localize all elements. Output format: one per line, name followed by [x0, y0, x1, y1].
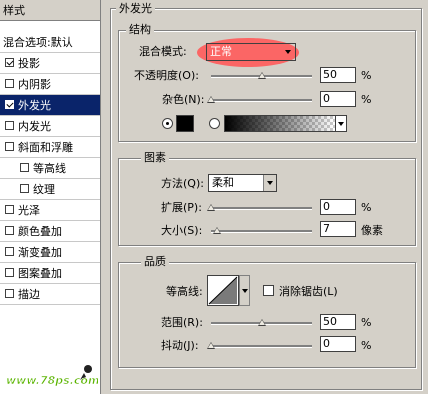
pattern-overlay-checkbox[interactable] [5, 268, 14, 277]
jitter-input[interactable]: 0 [320, 336, 356, 352]
outer-glow-checkbox[interactable] [5, 100, 14, 109]
noise-input[interactable]: 0 [320, 91, 356, 107]
style-item-label: 投影 [18, 57, 40, 70]
contour-preview[interactable] [207, 275, 239, 306]
size-input[interactable]: 7 [320, 221, 356, 237]
outer-glow-title: 外发光 [116, 2, 155, 15]
opacity-input[interactable]: 50 [320, 67, 356, 83]
quality-title: 品质 [141, 255, 169, 268]
color-overlay-checkbox[interactable] [5, 226, 14, 235]
chevron-down-icon [242, 289, 248, 293]
jitter-slider-thumb[interactable] [207, 342, 215, 349]
style-item-label: 颜色叠加 [18, 225, 62, 238]
technique-label: 方法(Q): [161, 177, 204, 190]
size-unit: 像素 [361, 224, 383, 237]
blend-options-item[interactable]: 混合选项:默认 [0, 32, 100, 53]
gradient-radio[interactable] [209, 118, 220, 129]
blend-mode-select[interactable]: 正常 [206, 43, 296, 61]
structure-title: 结构 [126, 23, 154, 36]
size-label: 大小(S): [161, 224, 203, 237]
contour-dropdown[interactable] [239, 275, 250, 306]
watermark-text: www.78ps.com [6, 374, 98, 387]
style-item-inner-shadow[interactable]: 内阴影 [0, 74, 100, 95]
style-item-gradient-overlay[interactable]: 渐变叠加 [0, 242, 100, 263]
opacity-label: 不透明度(O): [134, 69, 199, 82]
inner-shadow-checkbox[interactable] [5, 79, 14, 88]
style-item-label: 描边 [18, 288, 40, 301]
style-item-bevel-emboss[interactable]: 斜面和浮雕 [0, 137, 100, 158]
jitter-unit: % [361, 339, 372, 352]
style-item-label: 斜面和浮雕 [18, 141, 73, 154]
spread-slider-thumb[interactable] [207, 204, 215, 211]
style-item-label: 外发光 [18, 99, 51, 112]
styles-list: 样式 混合选项:默认 投影 内阴影 外发光 内发光 斜面和浮雕 等高线 纹理 光… [0, 0, 101, 394]
blend-mode-label: 混合模式: [139, 45, 187, 58]
spread-unit: % [361, 201, 372, 214]
chevron-down-icon [338, 122, 344, 126]
chevron-down-icon[interactable] [263, 175, 276, 191]
technique-select[interactable]: 柔和 [208, 174, 277, 192]
technique-value: 柔和 [212, 176, 234, 189]
texture-checkbox[interactable] [20, 184, 29, 193]
style-item-contour[interactable]: 等高线 [0, 158, 100, 179]
elements-title: 图素 [141, 151, 169, 164]
style-item-outer-glow[interactable]: 外发光 [0, 95, 100, 116]
gradient-overlay-checkbox[interactable] [5, 247, 14, 256]
solid-color-radio[interactable] [162, 118, 173, 129]
spread-label: 扩展(P): [161, 201, 202, 214]
chevron-down-icon[interactable] [282, 44, 295, 60]
spread-slider[interactable] [211, 207, 312, 210]
noise-unit: % [361, 93, 372, 106]
style-item-color-overlay[interactable]: 颜色叠加 [0, 221, 100, 242]
jitter-slider[interactable] [211, 345, 312, 348]
range-unit: % [361, 316, 372, 329]
style-item-pattern-overlay[interactable]: 图案叠加 [0, 263, 100, 284]
style-item-satin[interactable]: 光泽 [0, 200, 100, 221]
antialias-label: 消除锯齿(L) [279, 285, 338, 298]
contour-curve-icon [208, 276, 238, 305]
range-input[interactable]: 50 [320, 314, 356, 330]
style-item-label: 内阴影 [18, 78, 51, 91]
contour-checkbox[interactable] [20, 163, 29, 172]
drop-shadow-checkbox[interactable] [5, 58, 14, 67]
style-item-texture[interactable]: 纹理 [0, 179, 100, 200]
gradient-dropdown[interactable] [335, 115, 347, 132]
opacity-unit: % [361, 69, 372, 82]
style-item-stroke[interactable]: 描边 [0, 284, 100, 305]
gradient-picker[interactable] [224, 115, 336, 132]
noise-slider-thumb[interactable] [207, 96, 215, 103]
jitter-label: 抖动(J): [161, 339, 199, 352]
stroke-checkbox[interactable] [5, 289, 14, 298]
noise-slider[interactable] [211, 99, 312, 102]
satin-checkbox[interactable] [5, 205, 14, 214]
antialias-checkbox[interactable] [263, 285, 274, 296]
bevel-emboss-checkbox[interactable] [5, 142, 14, 151]
style-item-label: 光泽 [18, 204, 40, 217]
style-item-inner-glow[interactable]: 内发光 [0, 116, 100, 137]
style-item-label: 渐变叠加 [18, 246, 62, 259]
opacity-slider-thumb[interactable] [258, 72, 266, 79]
range-label: 范围(R): [161, 316, 203, 329]
size-slider-thumb[interactable] [213, 227, 221, 234]
glow-color-swatch[interactable] [176, 115, 194, 132]
contour-label: 等高线: [166, 285, 203, 298]
quality-group [118, 262, 416, 368]
inner-glow-checkbox[interactable] [5, 121, 14, 130]
style-item-label: 等高线 [33, 162, 66, 175]
range-slider-thumb[interactable] [258, 319, 266, 326]
style-item-label: 纹理 [33, 183, 55, 196]
watermark-logo: www.78ps.com [6, 365, 98, 387]
noise-label: 杂色(N): [162, 93, 205, 106]
blend-mode-value: 正常 [210, 45, 232, 58]
size-slider[interactable] [211, 230, 312, 233]
styles-header: 样式 [0, 0, 100, 21]
spread-input[interactable]: 0 [320, 199, 356, 215]
style-item-label: 图案叠加 [18, 267, 62, 280]
style-item-drop-shadow[interactable]: 投影 [0, 53, 100, 74]
style-item-label: 内发光 [18, 120, 51, 133]
